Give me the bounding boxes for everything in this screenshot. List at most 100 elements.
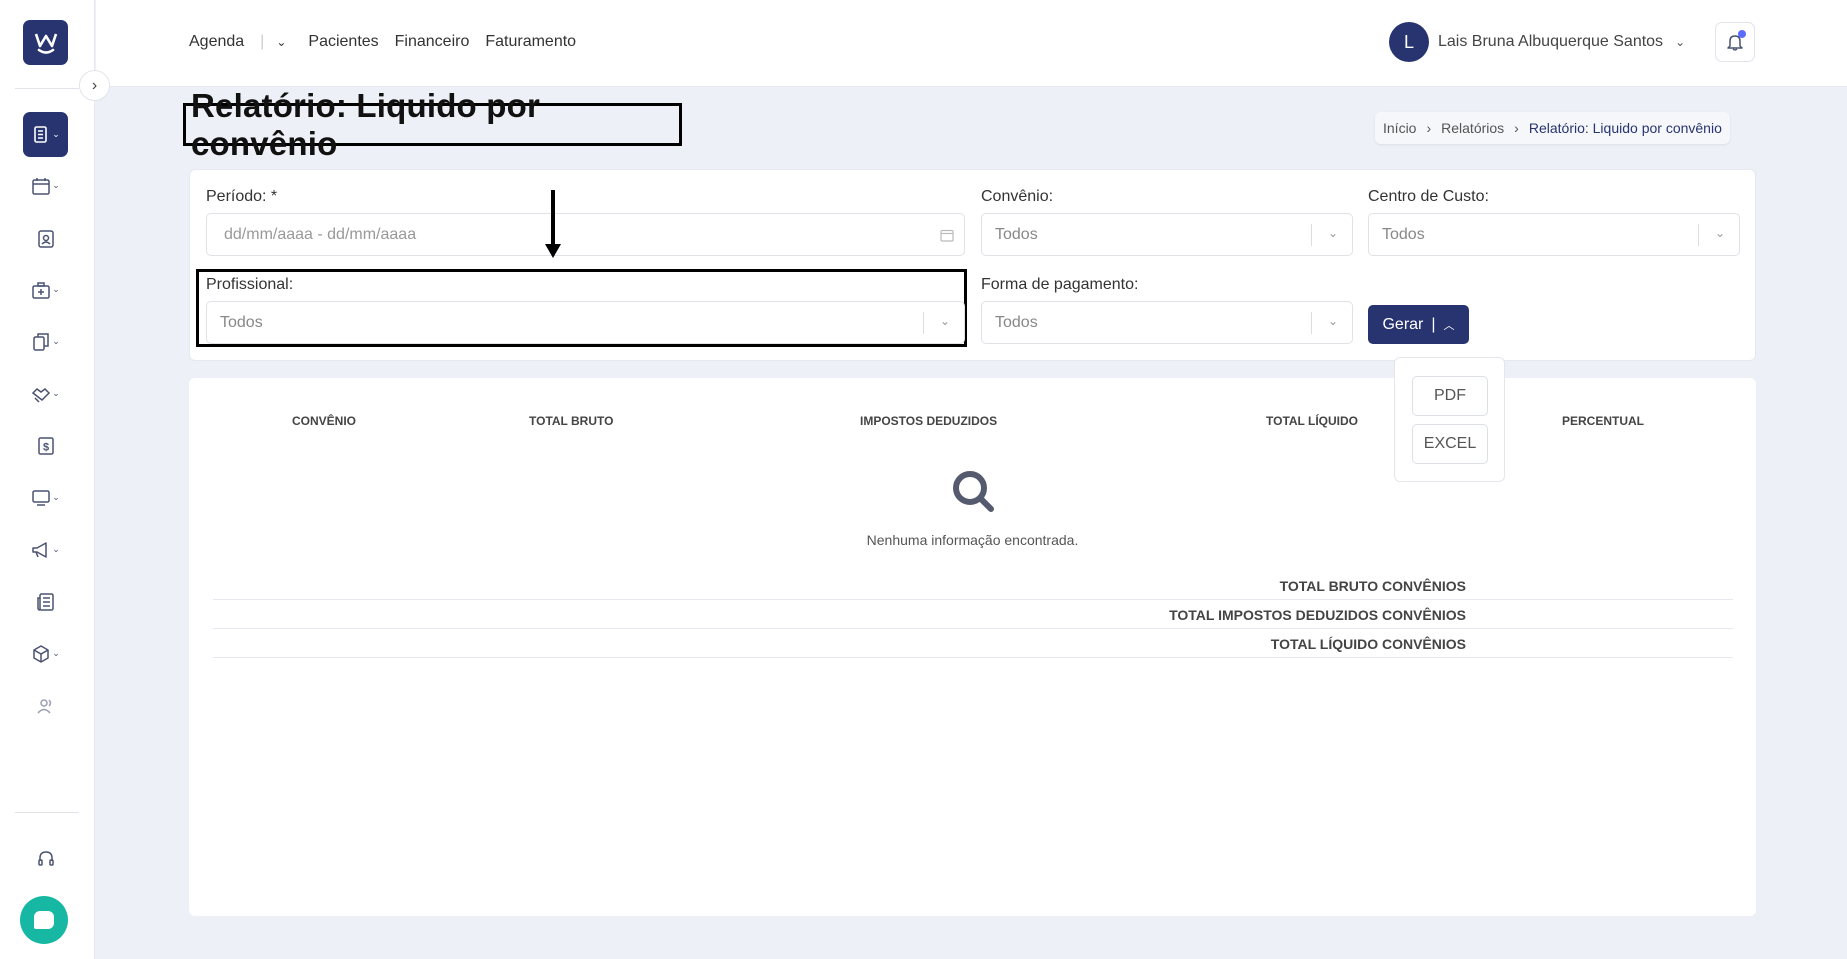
centro-custo-select[interactable]: Todos ⌄ (1368, 213, 1740, 256)
convenio-value: Todos (995, 225, 1038, 243)
finance-icon: $ (37, 436, 54, 455)
profissional-select[interactable]: Todos ⌄ (206, 301, 965, 344)
total-liquido-label: TOTAL LÍQUIDO CONVÊNIOS (1270, 636, 1466, 652)
logo-icon (34, 33, 57, 54)
select-separator (1698, 224, 1699, 246)
export-dropdown: PDF EXCEL (1394, 357, 1505, 482)
chevron-right-icon: › (91, 76, 98, 94)
reports-icon (34, 125, 48, 143)
profissional-label: Profissional: (206, 276, 294, 293)
sidebar-item-calendar[interactable]: ⌄ (23, 163, 68, 208)
breadcrumb-item-inicio[interactable]: Início (1383, 120, 1416, 136)
monitor-icon (32, 489, 50, 506)
sidebar-toggle-button[interactable]: › (79, 70, 110, 101)
sidebar-item-patients[interactable] (23, 216, 68, 261)
export-pdf-option[interactable]: PDF (1412, 376, 1488, 416)
sidebar-item-agreements[interactable]: ⌄ (23, 371, 68, 416)
chevron-down-icon: ⌄ (939, 314, 950, 328)
column-header-convenio: CONVÊNIO (292, 414, 357, 428)
column-header-total-liquido: TOTAL LÍQUIDO (1266, 414, 1358, 428)
column-header-percentual: PERCENTUAL (1562, 414, 1645, 428)
sidebar-item-users[interactable] (23, 683, 68, 728)
chevron-down-icon: ⌄ (52, 388, 60, 398)
chevron-down-icon: ⌄ (52, 492, 60, 502)
column-header-impostos: IMPOSTOS DEDUZIDOS (860, 414, 998, 428)
patient-icon (37, 229, 54, 248)
divider (15, 812, 79, 813)
headset-icon (37, 850, 54, 866)
nav-item-faturamento[interactable]: Faturamento (485, 33, 576, 51)
select-separator (1311, 312, 1312, 334)
column-header-total-bruto: TOTAL BRUTO (529, 414, 614, 428)
breadcrumb: Início › Relatórios › Relatório: Liquido… (1375, 112, 1730, 144)
chat-button[interactable] (20, 896, 68, 944)
chevron-down-icon: ⌄ (52, 544, 60, 554)
documents-icon (33, 332, 49, 351)
centro-custo-label: Centro de Custo: (1368, 188, 1489, 205)
chevron-down-icon: ⌄ (52, 180, 60, 190)
users-icon (36, 698, 51, 714)
sidebar-item-documents[interactable]: ⌄ (23, 319, 68, 364)
chevron-right-icon: › (1514, 120, 1519, 136)
nav-item-pacientes[interactable]: Pacientes (308, 33, 378, 51)
empty-message: Nenhuma informação encontrada. (866, 532, 1079, 548)
sidebar: ⌄ ⌄ ⌄ ⌄ ⌄ $ ⌄ ⌄ ⌄ (0, 0, 95, 959)
forma-pagamento-value: Todos (995, 313, 1038, 331)
chevron-down-icon[interactable]: ⌄ (276, 35, 286, 49)
total-row: TOTAL LÍQUIDO CONVÊNIOS (213, 629, 1733, 658)
button-separator: | (1431, 315, 1436, 333)
chevron-right-icon: › (1426, 120, 1432, 136)
sidebar-item-inventory[interactable]: ⌄ (23, 631, 68, 676)
gerar-label: Gerar (1382, 315, 1424, 333)
nav-item-agenda[interactable]: Agenda (189, 33, 244, 51)
chevron-down-icon: ⌄ (52, 336, 60, 346)
page-title: Relatório: Liquido por convênio (191, 86, 541, 162)
notification-dot (1738, 30, 1746, 38)
user-menu[interactable]: L Lais Bruna Albuquerque Santos ⌄ (1389, 22, 1685, 62)
periodo-input[interactable]: dd/mm/aaaa - dd/mm/aaaa (206, 213, 965, 256)
select-separator (923, 312, 924, 334)
topbar: Agenda | ⌄ Pacientes Financeiro Faturame… (96, 0, 1847, 87)
calendar-icon (940, 229, 954, 242)
nav-separator: | (260, 33, 265, 50)
breadcrumb-item-relatorios[interactable]: Relatórios (1441, 120, 1504, 136)
sidebar-item-marketing[interactable]: ⌄ (23, 527, 68, 572)
forma-pagamento-select[interactable]: Todos ⌄ (981, 301, 1353, 344)
chevron-down-icon: ⌄ (1714, 226, 1725, 240)
avatar: L (1389, 22, 1429, 62)
arrow-down-icon (545, 244, 561, 258)
chevron-down-icon: ⌄ (52, 284, 60, 294)
megaphone-icon (32, 541, 47, 558)
sidebar-item-news[interactable] (23, 579, 68, 624)
main-nav: Agenda | ⌄ Pacientes Financeiro Faturame… (189, 33, 592, 51)
total-impostos-label: TOTAL IMPOSTOS DEDUZIDOS CONVÊNIOS (1169, 607, 1466, 623)
forma-pagamento-label: Forma de pagamento: (981, 276, 1139, 293)
select-separator (1311, 224, 1312, 246)
divider (15, 88, 79, 89)
sidebar-item-support[interactable] (23, 836, 68, 881)
sidebar-item-finance[interactable]: $ (23, 423, 68, 468)
nav-item-financeiro[interactable]: Financeiro (395, 33, 470, 51)
sidebar-item-monitor[interactable]: ⌄ (23, 475, 68, 520)
chevron-down-icon: ⌄ (52, 648, 60, 658)
page-title-box: Relatório: Liquido por convênio (183, 87, 682, 162)
report-table: CONVÊNIO TOTAL BRUTO IMPOSTOS DEDUZIDOS … (189, 378, 1756, 916)
total-bruto-label: TOTAL BRUTO CONVÊNIOS (1279, 578, 1466, 594)
periodo-label: Período: * (206, 188, 278, 205)
clinic-icon (32, 281, 50, 299)
app-logo[interactable] (23, 20, 68, 65)
convenio-label: Convênio: (981, 188, 1054, 205)
sidebar-item-clinic[interactable]: ⌄ (23, 267, 68, 312)
convenio-select[interactable]: Todos ⌄ (981, 213, 1353, 256)
gerar-button[interactable]: Gerar | ︿ (1368, 305, 1469, 344)
handshake-icon (32, 387, 51, 403)
user-name: Lais Bruna Albuquerque Santos (1438, 33, 1664, 50)
annotation-arrow (551, 190, 555, 245)
export-excel-option[interactable]: EXCEL (1412, 424, 1488, 464)
search-icon (953, 471, 994, 512)
notifications-button[interactable] (1715, 22, 1755, 62)
centro-custo-value: Todos (1382, 225, 1425, 243)
box-icon (33, 644, 49, 663)
sidebar-item-reports[interactable]: ⌄ (23, 112, 68, 157)
total-row: TOTAL BRUTO CONVÊNIOS (213, 571, 1733, 600)
